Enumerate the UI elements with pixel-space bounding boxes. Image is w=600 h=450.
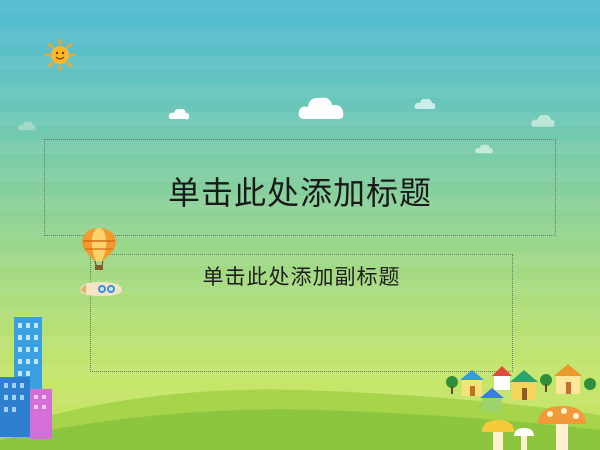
- cloud-icon: [168, 108, 190, 120]
- slide-canvas[interactable]: 单击此处添加标题 单击此处添加副标题: [0, 0, 600, 450]
- subtitle-text[interactable]: 单击此处添加副标题: [91, 261, 512, 291]
- cloud-icon: [18, 121, 36, 131]
- cloud-icon: [298, 97, 344, 120]
- title-text[interactable]: 单击此处添加标题: [45, 168, 555, 214]
- title-placeholder[interactable]: 单击此处添加标题: [44, 139, 556, 236]
- blimp-icon: [80, 282, 122, 296]
- buildings-icon: [0, 317, 52, 439]
- cloud-icon: [414, 98, 436, 110]
- hot-air-balloon-icon: [82, 228, 116, 270]
- sun-icon: [44, 39, 76, 71]
- cloud-icon: [531, 115, 555, 127]
- subtitle-placeholder[interactable]: 单击此处添加副标题: [90, 254, 513, 372]
- mushroom-icon: [482, 406, 586, 450]
